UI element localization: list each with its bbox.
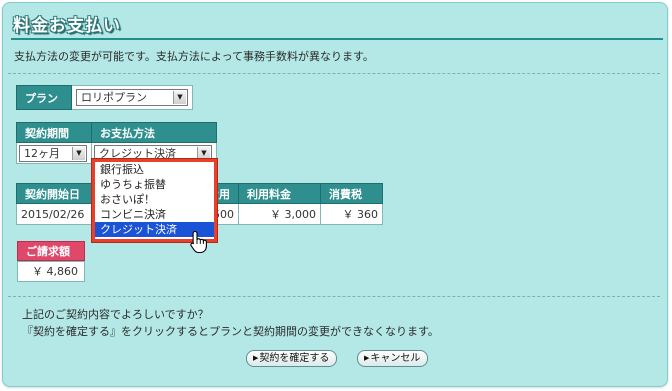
billing-value: ￥ 4,860 bbox=[17, 261, 85, 282]
dropdown-option[interactable]: おさいぽ！ bbox=[95, 192, 214, 207]
cancel-button[interactable]: ▶キャンセル bbox=[357, 350, 429, 367]
dropdown-arrow-icon: ▼ bbox=[72, 146, 85, 160]
confirm-message: 上記のご契約内容でよろしいですか？ 『契約を確定する』をクリックするとプランと契… bbox=[22, 306, 439, 340]
section-divider bbox=[8, 73, 660, 74]
cancel-button-label: キャンセル bbox=[370, 353, 421, 364]
button-arrow-icon: ▶ bbox=[364, 354, 370, 362]
dropdown-option[interactable]: コンビニ決済 bbox=[95, 207, 214, 222]
page-title: 料金お支払い bbox=[13, 16, 121, 36]
dropdown-arrow-icon: ▼ bbox=[173, 91, 186, 104]
payment-method-label: お支払方法 bbox=[91, 122, 217, 143]
contract-period-value: 12ヶ月 bbox=[24, 146, 60, 160]
tax-label: 消費税 bbox=[320, 183, 383, 204]
usage-fee-label: 利用料金 bbox=[238, 183, 321, 204]
payment-method-value: クレジット決済 bbox=[99, 146, 176, 160]
confirm-contract-button[interactable]: ▶契約を確定する bbox=[246, 350, 338, 367]
dropdown-option[interactable]: 銀行振込 bbox=[95, 162, 214, 177]
plan-table: プラン ロリポプラン ▼ bbox=[16, 85, 193, 110]
start-date-value: 2015/02/26 bbox=[16, 203, 92, 225]
billing-label: ご請求額 bbox=[17, 241, 85, 261]
plan-label: プラン bbox=[16, 85, 72, 110]
plan-cell: ロリポプラン ▼ bbox=[71, 85, 193, 110]
confirm-line-2: 『契約を確定する』をクリックするとプランと契約期間の変更ができなくなります。 bbox=[22, 325, 439, 338]
confirm-contract-button-label: 契約を確定する bbox=[259, 353, 330, 364]
contract-period-select[interactable]: 12ヶ月 ▼ bbox=[19, 144, 87, 162]
tax-value: ￥ 360 bbox=[320, 203, 383, 225]
section-divider bbox=[8, 296, 660, 297]
contract-table: 契約期間 お支払方法 12ヶ月 ▼ クレジット決済 ▼ bbox=[16, 122, 217, 164]
dropdown-option[interactable]: ゆうちょ振替 bbox=[95, 177, 214, 192]
usage-fee-value: ￥ 3,000 bbox=[238, 203, 321, 225]
button-arrow-icon: ▶ bbox=[253, 354, 259, 362]
contract-period-cell: 12ヶ月 ▼ bbox=[16, 142, 92, 164]
page-description: 支払方法の変更が可能です。支払方法によって事務手数料が異なります。 bbox=[14, 50, 374, 63]
hand-pointer-cursor-icon bbox=[190, 230, 207, 254]
start-date-label: 契約開始日 bbox=[16, 183, 92, 204]
contract-period-label: 契約期間 bbox=[16, 122, 92, 143]
confirm-line-1: 上記のご契約内容でよろしいですか？ bbox=[22, 308, 209, 321]
plan-select[interactable]: ロリポプラン ▼ bbox=[76, 89, 188, 106]
plan-select-value: ロリポプラン bbox=[81, 91, 147, 104]
title-divider bbox=[11, 38, 663, 40]
dropdown-arrow-icon: ▼ bbox=[197, 146, 210, 160]
